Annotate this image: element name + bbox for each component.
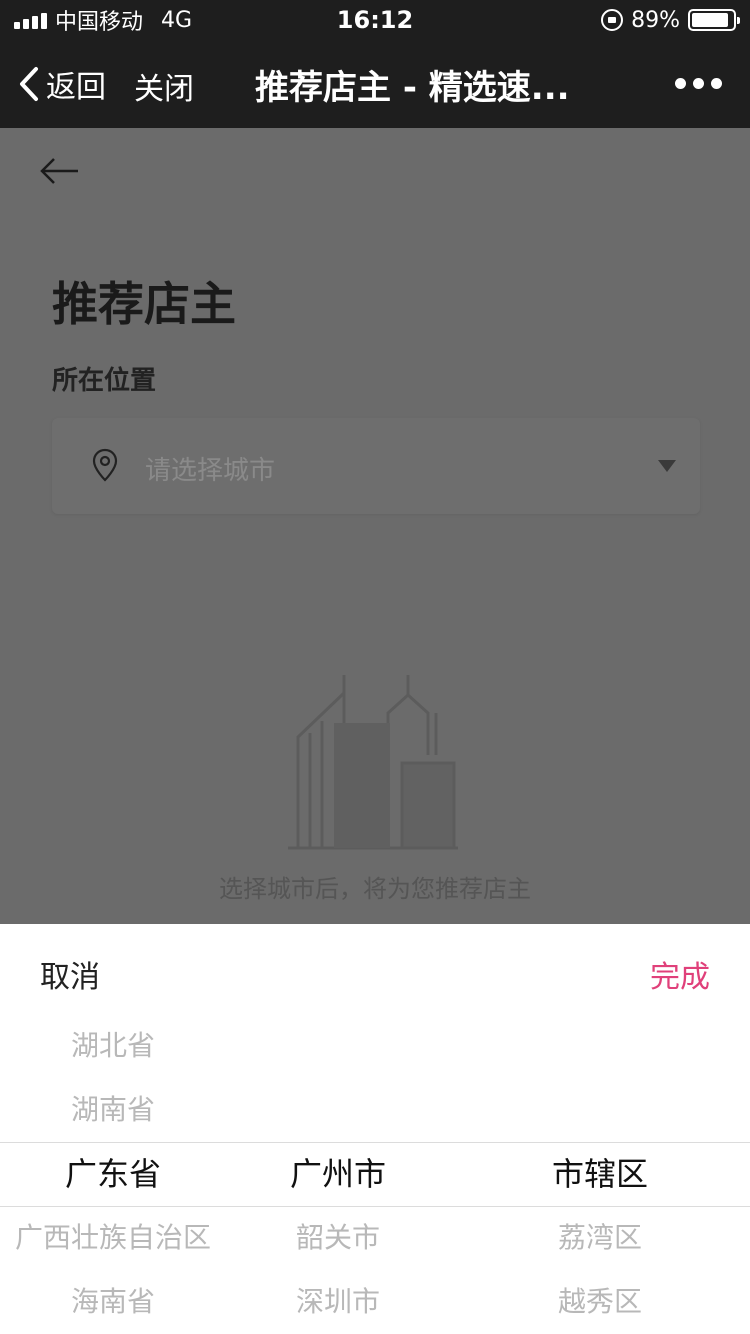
picker-item-province[interactable]: 海南省 [0,1270,226,1334]
status-right: 89% [601,6,740,34]
picker-item-province[interactable]: 湖北省 [0,1014,226,1078]
battery-percent: 89% [631,7,680,33]
status-bar: 中国移动 4G 16:12 89% [0,0,750,40]
battery-fill [692,13,728,27]
dropdown-caret-icon [658,460,676,472]
picker-item-province[interactable]: 广西壮族自治区 [0,1206,226,1270]
back-button[interactable]: 返回 [18,62,106,106]
location-pin-icon [92,448,118,482]
battery-icon [688,9,740,31]
picker-item-district[interactable]: 越秀区 [450,1270,750,1334]
location-label: 所在位置 [52,366,157,396]
close-button[interactable]: 关闭 [134,64,194,108]
picker-item-province-selected[interactable]: 广东省 [0,1142,226,1206]
nav-title: 推荐店主 - 精选速... [255,68,570,108]
picker-item-district-selected[interactable]: 市辖区 [450,1142,750,1206]
arrow-left-icon[interactable] [40,156,80,186]
district-column[interactable]: 市辖区 荔湾区 越秀区 [450,924,750,1334]
rotation-lock-icon [601,9,624,31]
picker-item-city-selected[interactable]: 广州市 [226,1142,450,1206]
chevron-left-icon [20,67,38,101]
province-column[interactable]: 湖北省 湖南省 广东省 广西壮族自治区 海南省 [0,924,226,1334]
empty-hint: 选择城市后，将为您推荐店主 [219,875,531,903]
more-icon[interactable] [675,78,722,89]
picker-item-province[interactable]: 湖南省 [0,1078,226,1142]
page-title: 推荐店主 [52,277,236,331]
city-column[interactable]: 广州市 韶关市 深圳市 [226,924,450,1334]
building-icon [288,675,458,850]
picker-item-district[interactable]: 荔湾区 [450,1206,750,1270]
city-select[interactable]: 请选择城市 [52,418,700,514]
city-placeholder: 请选择城市 [145,456,276,486]
nav-bar: 返回 关闭 推荐店主 - 精选速... [0,40,750,128]
page-content: 推荐店主 所在位置 请选择城市 选择城市后，将为您推荐店主 [0,128,750,924]
picker-item-city[interactable]: 韶关市 [226,1206,450,1270]
city-picker-sheet: 取消 完成 湖北省 湖南省 广东省 广西壮族自治区 海南省 广州市 韶关市 深圳… [0,924,750,1334]
picker-item-city[interactable]: 深圳市 [226,1270,450,1334]
back-label: 返回 [46,70,106,105]
